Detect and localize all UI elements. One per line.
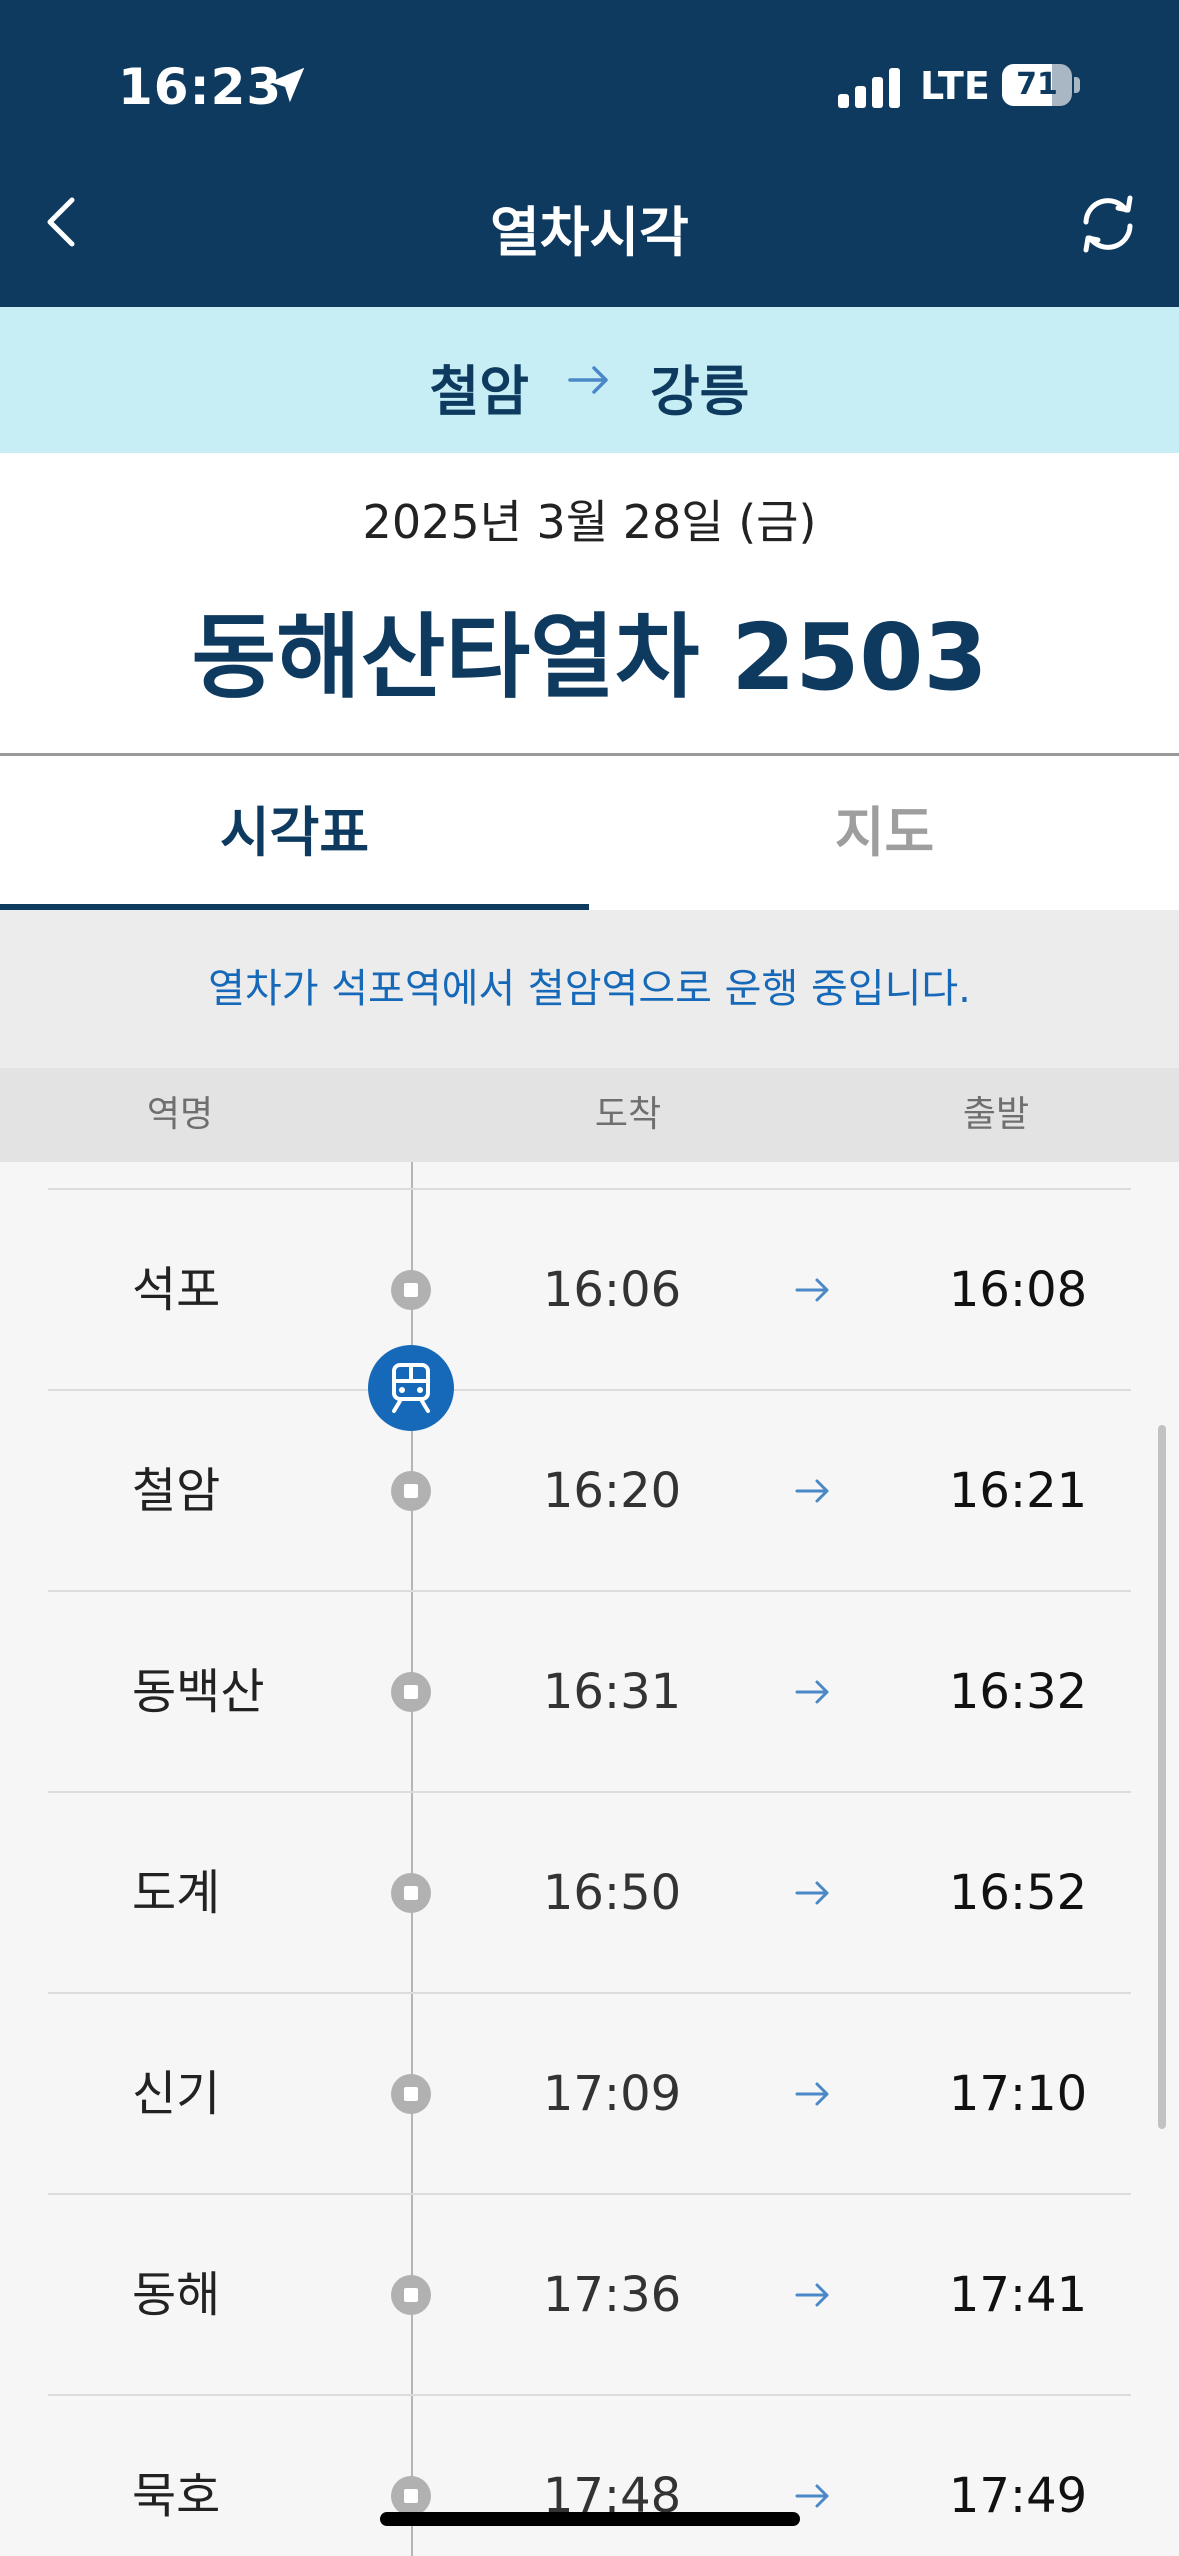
train-name: 동해산타열차 2503 [191,604,988,711]
departure-time: 17:41 [948,2267,1088,2323]
departure-time: 16:08 [948,1262,1088,1318]
train-position-marker [368,1345,454,1431]
column-station: 역명 [146,1094,214,1135]
departure-time: 17:49 [948,2468,1088,2524]
stop-row[interactable]: 도계 16:50 16:52 [48,1791,1131,1994]
stop-row[interactable]: 신기 17:09 17:10 [48,1992,1131,2195]
station-name: 석포 [132,1262,221,1318]
stop-dot-icon [391,1672,431,1712]
stop-row[interactable]: 철암 16:20 16:21 [48,1389,1131,1592]
stop-row[interactable]: 동백산 16:31 16:32 [48,1590,1131,1793]
stop-dot-icon [391,1270,431,1310]
arrival-time: 17:36 [542,2267,682,2323]
station-name: 동백산 [132,1664,265,1720]
tab-bar: 시각표 지도 [0,756,1179,910]
arrow-right-icon [795,1881,829,1905]
column-header: 역명 도착 출발 [0,1068,1179,1162]
station-name: 철암 [132,1463,221,1519]
arrow-right-icon [795,2283,829,2307]
refresh-button[interactable] [1072,188,1144,260]
trip-info: 2025년 3월 28일 (금) 동해산타열차 2503 [0,453,1179,753]
departure-time: 16:52 [948,1865,1088,1921]
route-to-station: 강릉 [650,360,750,423]
trip-date: 2025년 3월 28일 (금) [362,495,817,549]
arrival-time: 16:06 [542,1262,682,1318]
column-departure: 출발 [962,1094,1030,1135]
departure-time: 16:32 [948,1664,1088,1720]
stop-row[interactable]: 동해 17:36 17:41 [48,2193,1131,2396]
scrollbar[interactable] [1158,1425,1166,2129]
arrival-time: 17:09 [542,2066,682,2122]
route-from-station: 철암 [429,360,529,423]
arrow-right-icon [795,1680,829,1704]
top-bar: 16:23 LTE 71 열차시각 [0,0,1179,307]
route-bar: 철암 강릉 [0,307,1179,453]
home-indicator [380,2512,800,2526]
arrival-time: 17:48 [542,2468,682,2524]
stop-dot-icon [391,1873,431,1913]
arrival-time: 16:31 [542,1664,682,1720]
station-name: 동해 [132,2267,221,2323]
train-icon [392,1363,430,1413]
status-notice: 열차가 석포역에서 철암역으로 운행 중입니다. [0,910,1179,1068]
arrow-right-icon [795,1479,829,1503]
stop-row[interactable]: 석포 16:06 16:08 [48,1188,1131,1391]
arrow-right-icon [795,2484,829,2508]
station-name: 신기 [132,2066,221,2122]
battery-icon: 71 [1002,64,1080,106]
station-name: 묵호 [132,2468,221,2524]
tab-timetable[interactable]: 시각표 [0,756,589,910]
carrier-label: LTE [920,64,990,108]
stop-dot-icon [391,2476,431,2516]
arrival-time: 16:50 [542,1865,682,1921]
notice-text: 열차가 석포역에서 철암역으로 운행 중입니다. [208,966,971,1012]
stop-dot-icon [391,2275,431,2315]
station-name: 도계 [132,1865,221,1921]
departure-time: 17:10 [948,2066,1088,2122]
arrival-time: 16:20 [542,1463,682,1519]
battery-level: 71 [1016,67,1058,102]
status-time: 16:23 [118,58,283,116]
stop-list[interactable]: 석포 16:06 16:08 철암 16:20 16:21 동백산 16:31 16:32 도계 1… [0,1162,1179,2556]
refresh-icon [1083,195,1133,253]
stop-row[interactable]: 묵호 17:48 17:49 [48,2394,1131,2556]
signal-icon [838,68,900,108]
stop-dot-icon [391,1471,431,1511]
column-arrival: 도착 [594,1094,662,1135]
arrow-right-icon [795,1278,829,1302]
tab-map[interactable]: 지도 [590,756,1179,910]
page-title: 열차시각 [490,201,689,264]
departure-time: 16:21 [948,1463,1088,1519]
stop-dot-icon [391,2074,431,2114]
arrow-right-icon [568,366,608,394]
location-arrow-icon [269,67,305,103]
arrow-right-icon [795,2082,829,2106]
